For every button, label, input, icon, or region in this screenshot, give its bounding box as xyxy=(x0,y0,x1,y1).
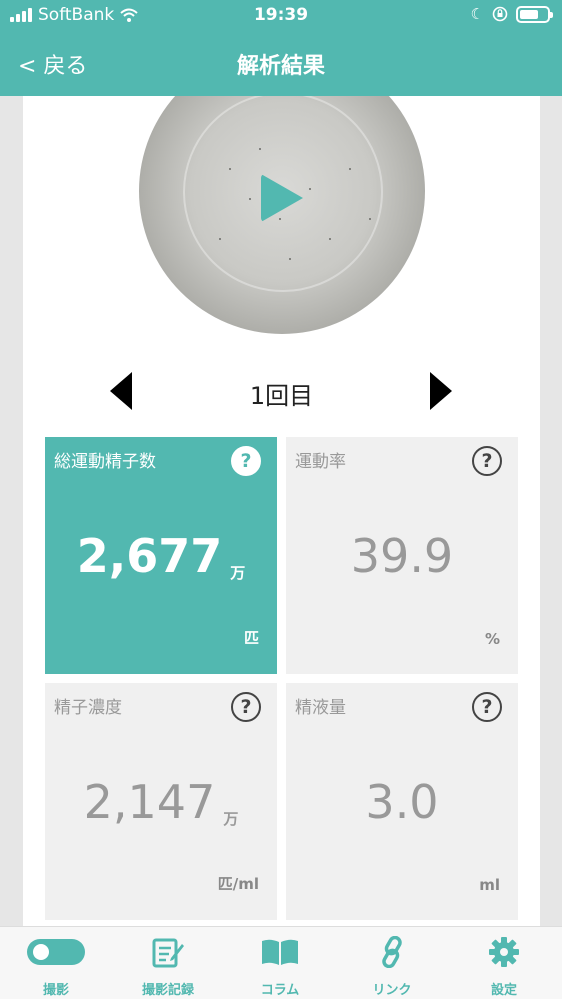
speck xyxy=(369,218,371,220)
value-number: 2,677 xyxy=(76,529,223,583)
tile-title: 総運動精子数 xyxy=(54,452,156,472)
tab-label: コラム xyxy=(260,983,300,998)
tile-value: 3.0 xyxy=(286,775,518,829)
tab-label: リンク xyxy=(372,983,412,998)
tab-bar: 撮影 撮影記録 コラム リンク 設定 xyxy=(0,926,562,999)
tab-label: 撮影 xyxy=(42,983,69,998)
page-title: 解析結果 xyxy=(236,54,325,79)
rotation-lock-icon xyxy=(492,6,508,22)
speck xyxy=(249,198,251,200)
tab-capture[interactable]: 撮影 xyxy=(0,935,112,998)
status-right: ☾ xyxy=(470,5,553,23)
tile-motility-rate: 運動率 ? 39.9 % xyxy=(286,437,518,674)
speck xyxy=(259,148,261,150)
value-number: 2,147 xyxy=(83,775,216,829)
speck xyxy=(219,238,221,240)
battery-icon xyxy=(516,5,553,23)
status-bar: SoftBank 19:39 ☾ xyxy=(0,0,562,32)
round-navigator: 1回目 xyxy=(23,368,540,418)
value-number: 39.9 xyxy=(350,529,454,583)
speck xyxy=(289,258,291,260)
help-icon[interactable]: ? xyxy=(472,446,502,476)
tile-value: 39.9 xyxy=(286,529,518,583)
round-label: 1回目 xyxy=(249,382,314,410)
tile-total-motile-sperm: 総運動精子数 ? 2,677 万 匹 xyxy=(45,437,277,674)
video-thumbnail[interactable] xyxy=(139,96,425,334)
speck xyxy=(229,168,231,170)
toggle-icon xyxy=(27,939,85,965)
value-number: 3.0 xyxy=(365,775,439,829)
tab-label: 撮影記録 xyxy=(141,983,194,998)
tile-unit: 匹 xyxy=(243,629,259,647)
help-icon[interactable]: ? xyxy=(231,446,261,476)
tile-unit: % xyxy=(484,630,500,648)
link-icon xyxy=(382,936,402,968)
tile-title: 精液量 xyxy=(295,698,346,718)
speck xyxy=(349,168,351,170)
top-bar: SoftBank 19:39 ☾ < 戻る 解析結果 xyxy=(0,0,562,96)
play-icon[interactable] xyxy=(261,174,303,222)
book-icon xyxy=(262,939,298,965)
help-icon[interactable]: ? xyxy=(472,692,502,722)
moon-icon: ☾ xyxy=(470,5,484,23)
tile-title: 精子濃度 xyxy=(54,698,122,718)
tile-title: 運動率 xyxy=(295,452,346,472)
next-round-icon[interactable] xyxy=(430,372,452,410)
tile-value: 2,677 万 xyxy=(45,529,277,583)
tab-column[interactable]: コラム xyxy=(224,935,336,998)
gear-icon xyxy=(489,937,519,967)
nav-bar: < 戻る 解析結果 xyxy=(0,32,562,96)
tab-link[interactable]: リンク xyxy=(336,935,448,998)
tile-semen-volume: 精液量 ? 3.0 ml xyxy=(286,683,518,920)
value-unit: 万 xyxy=(223,810,239,828)
help-icon[interactable]: ? xyxy=(231,692,261,722)
speck xyxy=(329,238,331,240)
tile-sperm-concentration: 精子濃度 ? 2,147 万 匹/ml xyxy=(45,683,277,920)
tile-value: 2,147 万 xyxy=(45,775,277,829)
edit-note-icon xyxy=(152,938,184,968)
tab-label: 設定 xyxy=(490,983,517,998)
tab-settings[interactable]: 設定 xyxy=(448,935,560,998)
tile-unit: 匹/ml xyxy=(217,875,259,893)
speck xyxy=(309,188,311,190)
tab-capture-history[interactable]: 撮影記録 xyxy=(112,935,224,998)
value-unit: 万 xyxy=(230,564,246,582)
result-card: 1回目 総運動精子数 ? 2,677 万 匹 運動率 ? 39.9 % 精子濃度 … xyxy=(23,96,540,926)
tile-unit: ml xyxy=(479,876,500,894)
